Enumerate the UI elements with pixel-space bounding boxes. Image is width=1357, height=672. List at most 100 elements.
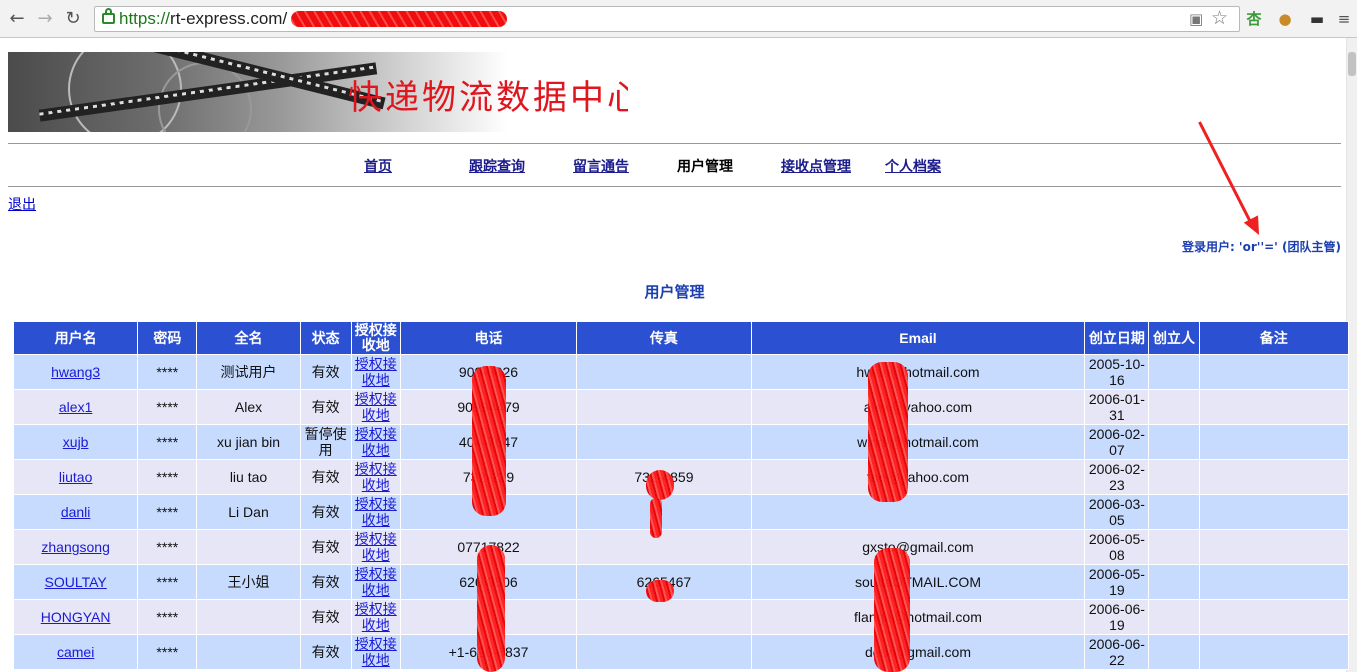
- status-cell: 有效: [300, 390, 351, 424]
- username-link[interactable]: danli: [61, 504, 91, 520]
- column-header[interactable]: 用户名: [14, 322, 138, 354]
- fax-cell: [577, 635, 751, 669]
- table-row: SOULTAY **** 王小姐 有效 授权接收地 626 0506 6265467 soul…: [14, 565, 1348, 599]
- fullname-cell: [197, 635, 300, 669]
- auth-cell: 授权接收地: [351, 355, 400, 389]
- table-row: HONGYAN **** 有效 授权接收地 flange@hotmail.com 2006…: [14, 600, 1348, 634]
- address-bar[interactable]: https://rt-express.com/ ▣ ☆: [94, 6, 1240, 32]
- note-cell: [1199, 390, 1348, 424]
- phone-cell: 07717822: [400, 530, 577, 564]
- fullname-cell: 测试用户: [197, 355, 300, 389]
- email-cell: debr@gmail.com: [751, 635, 1085, 669]
- reload-icon[interactable]: ↻: [62, 8, 84, 30]
- authorize-receiving-link[interactable]: 授权接收地: [354, 601, 398, 633]
- username-cell: SOULTAY: [14, 565, 138, 599]
- username-link[interactable]: hwang3: [51, 364, 100, 380]
- back-icon[interactable]: ←: [6, 8, 28, 30]
- column-header[interactable]: 传真: [577, 322, 751, 354]
- column-header[interactable]: 授权接收地: [351, 322, 400, 354]
- authorize-receiving-link[interactable]: 授权接收地: [354, 391, 398, 423]
- username-link[interactable]: HONGYAN: [41, 609, 111, 625]
- phone-cell: +1-626-6837: [400, 635, 577, 669]
- username-link[interactable]: xujb: [63, 434, 89, 450]
- fullname-cell: Alex: [197, 390, 300, 424]
- column-header[interactable]: 创立日期: [1085, 322, 1149, 354]
- username-link[interactable]: camei: [57, 644, 94, 660]
- authorize-receiving-link[interactable]: 授权接收地: [354, 636, 398, 668]
- authorize-receiving-link[interactable]: 授权接收地: [354, 531, 398, 563]
- creator-cell: [1149, 600, 1199, 634]
- column-header[interactable]: 电话: [400, 322, 577, 354]
- password-cell: ****: [138, 355, 197, 389]
- username-link[interactable]: alex1: [59, 399, 92, 415]
- column-header[interactable]: 备注: [1199, 322, 1348, 354]
- column-header[interactable]: 状态: [300, 322, 351, 354]
- column-header[interactable]: Email: [751, 322, 1085, 354]
- username-link[interactable]: zhangsong: [41, 539, 110, 555]
- note-cell: [1199, 495, 1348, 529]
- scrollbar-thumb[interactable]: [1348, 52, 1356, 76]
- creator-cell: [1149, 565, 1199, 599]
- star-icon[interactable]: ☆: [1211, 7, 1228, 29]
- nav-profile[interactable]: 个人档案: [885, 156, 941, 176]
- column-header[interactable]: 密码: [138, 322, 197, 354]
- forward-icon[interactable]: →: [34, 8, 56, 30]
- cookie-icon[interactable]: ●: [1275, 9, 1295, 29]
- authorize-receiving-link[interactable]: 授权接收地: [354, 461, 398, 493]
- creator-cell: [1149, 425, 1199, 459]
- url-text: https://rt-express.com/: [119, 9, 288, 28]
- email-cell: alex@yahoo.com: [751, 390, 1085, 424]
- created-date-cell: 2005-10-16: [1085, 355, 1149, 389]
- auth-cell: 授权接收地: [351, 495, 400, 529]
- authorize-receiving-link[interactable]: 授权接收地: [354, 496, 398, 528]
- created-date-cell: 2006-03-05: [1085, 495, 1149, 529]
- nav-home[interactable]: 首页: [364, 156, 392, 176]
- fax-cell: [577, 425, 751, 459]
- note-cell: [1199, 600, 1348, 634]
- auth-cell: 授权接收地: [351, 565, 400, 599]
- table-row: camei **** 有效 授权接收地 +1-626-6837 debr@gmail.co…: [14, 635, 1348, 669]
- lock-icon: [102, 8, 115, 24]
- column-header[interactable]: 全名: [197, 322, 300, 354]
- fullname-cell: xu jian bin: [197, 425, 300, 459]
- logout-link[interactable]: 退出: [8, 194, 36, 214]
- column-header[interactable]: 创立人: [1149, 322, 1199, 354]
- username-cell: danli: [14, 495, 138, 529]
- mask-icon[interactable]: ▬: [1307, 9, 1327, 29]
- note-cell: [1199, 530, 1348, 564]
- created-date-cell: 2006-06-19: [1085, 600, 1149, 634]
- translate-icon[interactable]: ▣: [1189, 10, 1203, 28]
- username-link[interactable]: liutao: [59, 469, 92, 485]
- table-row: alex1 **** Alex 有效 授权接收地 90994479 alex@yahoo.c…: [14, 390, 1348, 424]
- table-row: hwang3 **** 测试用户 有效 授权接收地 909-9026 hwan@hotmai…: [14, 355, 1348, 389]
- status-cell: 有效: [300, 355, 351, 389]
- username-link[interactable]: SOULTAY: [45, 574, 107, 590]
- password-cell: ****: [138, 495, 197, 529]
- fax-cell: [577, 530, 751, 564]
- nav-receiving-points[interactable]: 接收点管理: [781, 156, 851, 176]
- auth-cell: 授权接收地: [351, 460, 400, 494]
- table-row: danli **** Li Dan 有效 授权接收地 2006-03-05: [14, 495, 1348, 529]
- username-cell: hwang3: [14, 355, 138, 389]
- authorize-receiving-link[interactable]: 授权接收地: [354, 356, 398, 388]
- created-date-cell: 2006-01-31: [1085, 390, 1149, 424]
- creator-cell: [1149, 390, 1199, 424]
- fax-cell: [577, 600, 751, 634]
- note-cell: [1199, 425, 1348, 459]
- authorize-receiving-link[interactable]: 授权接收地: [354, 566, 398, 598]
- fullname-cell: 王小姐: [197, 565, 300, 599]
- auth-cell: 授权接收地: [351, 390, 400, 424]
- extension-apricot-icon[interactable]: 杏: [1244, 9, 1264, 29]
- fax-cell: [577, 355, 751, 389]
- nav-notices[interactable]: 留言通告: [573, 156, 629, 176]
- email-cell: gxsto@gmail.com: [751, 530, 1085, 564]
- menu-icon[interactable]: ≡: [1334, 9, 1354, 29]
- authorize-receiving-link[interactable]: 授权接收地: [354, 426, 398, 458]
- user-table: 用户名 密码 全名 状态 授权接收地 电话 传真 Email 创立日期 创立人 …: [13, 321, 1349, 670]
- fullname-cell: liu tao: [197, 460, 300, 494]
- status-cell: 有效: [300, 530, 351, 564]
- nav-tracking[interactable]: 跟踪查询: [469, 156, 525, 176]
- divider: [8, 143, 1341, 144]
- auth-cell: 授权接收地: [351, 530, 400, 564]
- fax-cell: 732-4859: [577, 460, 751, 494]
